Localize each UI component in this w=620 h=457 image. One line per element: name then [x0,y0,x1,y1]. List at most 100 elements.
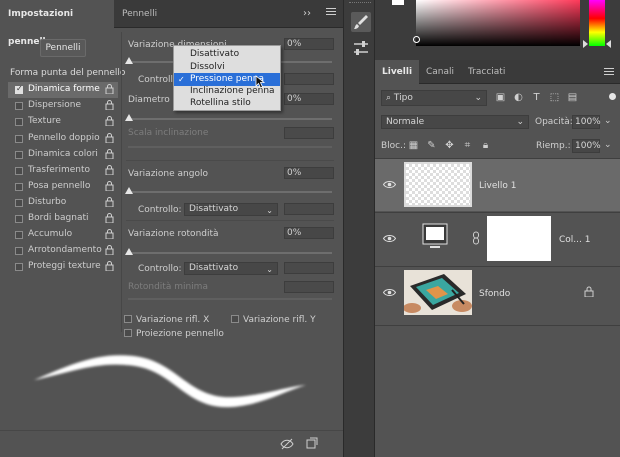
color-marker[interactable] [413,36,420,43]
visibility-eye-icon[interactable] [382,180,397,189]
chevron-down-icon[interactable]: ⌄ [604,116,612,126]
checkbox-rifl-x[interactable]: Variazione rifl. X [124,315,209,325]
opacity-input[interactable]: 100% [572,115,601,129]
background-thumbnail[interactable] [404,270,472,315]
layer-row-livello-1[interactable]: Livello 1 [375,158,620,211]
lock-icon[interactable] [105,261,114,272]
hue-marker-right[interactable] [606,40,611,48]
lock-transparent-pixels-icon[interactable]: ▦ [408,140,419,151]
option-dinamica-forme[interactable]: Dinamica forme [8,82,118,98]
scala-inclinazione-slider[interactable] [128,146,332,148]
panel-menu-icon[interactable] [326,8,336,18]
lock-artboard-icon[interactable]: ⌗ [462,140,473,151]
variazione-rotondita-value[interactable]: 0% [284,227,334,239]
controllo-aux-field[interactable] [284,73,334,85]
sliders-icon[interactable] [351,38,371,58]
variazione-angolo-slider[interactable] [128,191,332,193]
option-posa-pennello[interactable]: Posa pennello [8,179,118,195]
lock-icon[interactable] [105,100,114,111]
rotondita-minima-value[interactable] [284,281,334,293]
controllo-aux-field[interactable] [284,262,334,274]
checkbox[interactable] [15,199,23,207]
lock-icon[interactable] [105,229,114,240]
checkbox[interactable] [15,247,23,255]
diametro-minimo-slider[interactable] [128,118,332,120]
layer-name[interactable]: Col... 1 [559,235,590,245]
new-brush-icon[interactable] [306,437,318,449]
checkbox[interactable] [15,167,23,175]
checkbox[interactable] [15,215,23,223]
filter-smart-object-icon[interactable]: ▤ [567,92,578,103]
visibility-eye-icon[interactable] [382,288,397,297]
layer-filter-select[interactable]: ⌕ Tipo ⌄ [381,90,487,106]
option-disturbo[interactable]: Disturbo [8,195,118,211]
option-dispersione[interactable]: Dispersione [8,98,118,114]
checkbox[interactable] [15,263,23,271]
hue-slider[interactable] [589,0,605,46]
controllo-rotondita-select[interactable]: Disattivato ⌄ [184,262,278,275]
checkbox[interactable] [15,84,23,94]
color-saturation-field[interactable] [416,0,580,46]
option-accumulo[interactable]: Accumulo [8,227,118,243]
option-texture[interactable]: Texture [8,114,118,130]
option-trasferimento[interactable]: Trasferimento [8,163,118,179]
scala-inclinazione-value[interactable] [284,127,334,139]
visibility-eye-icon[interactable] [382,234,397,243]
checkbox[interactable] [15,135,23,143]
hue-marker-left[interactable] [583,40,588,48]
tab-livelli[interactable]: Livelli [375,60,419,84]
blend-mode-select[interactable]: Normale ⌄ [381,115,529,129]
toggle-brush-preview-icon[interactable] [280,438,294,450]
panel-menu-icon[interactable] [604,68,614,78]
filter-toggle[interactable] [609,93,616,100]
lock-all-icon[interactable]: 🔒︎ [480,140,491,151]
slider-thumb[interactable] [125,187,133,194]
lock-icon[interactable] [105,116,114,127]
brush-settings-icon[interactable] [351,12,371,32]
layer-name[interactable]: Sfondo [479,289,510,299]
checkbox[interactable] [15,151,23,159]
checkbox[interactable] [15,118,23,126]
foreground-color-swatch[interactable] [392,0,404,5]
checkbox[interactable] [15,231,23,239]
diametro-minimo-value[interactable]: 0% [284,93,334,105]
collapse-panel-icon[interactable]: ›› [303,8,311,19]
chevron-down-icon[interactable]: ⌄ [604,140,612,150]
lock-position-icon[interactable]: ✥ [444,140,455,151]
grip-handle[interactable] [349,2,371,5]
option-arrotondamento[interactable]: Arrotondamento [8,243,118,259]
lock-icon[interactable] [105,165,114,176]
option-proteggi-texture[interactable]: Proteggi texture [8,259,118,275]
checkbox-rifl-y[interactable]: Variazione rifl. Y [231,315,316,325]
tab-pennelli[interactable]: Pennelli [114,0,174,28]
checkbox-proiezione-pennello[interactable]: Proiezione pennello [124,329,224,339]
layer-row-sfondo[interactable]: Sfondo [375,266,620,319]
slider-thumb[interactable] [125,57,133,64]
lock-icon[interactable] [105,197,114,208]
variazione-angolo-value[interactable]: 0% [284,167,334,179]
variazione-dimensioni-value[interactable]: 0% [284,38,334,50]
option-bordi-bagnati[interactable]: Bordi bagnati [8,211,118,227]
layer-row-colore-1[interactable]: Col... 1 [375,212,620,265]
pennelli-button[interactable]: Pennelli [40,39,86,57]
fill-layer-icon[interactable] [422,223,448,249]
checkbox[interactable] [15,102,23,110]
lock-icon[interactable] [105,213,114,224]
lock-icon[interactable] [105,133,114,144]
checkbox[interactable] [15,183,23,191]
layer-name[interactable]: Livello 1 [479,181,516,191]
rotondita-minima-slider[interactable] [128,298,332,300]
layer-thumbnail[interactable] [404,162,472,207]
lock-icon[interactable] [105,245,114,256]
tab-tracciati[interactable]: Tracciati [461,60,515,84]
forma-punta-title[interactable]: Forma punta del pennello [10,68,125,78]
fill-input[interactable]: 100% [572,139,601,153]
tab-impostazioni-pennello[interactable]: Impostazioni pennello [0,0,114,47]
tab-canali[interactable]: Canali [419,60,461,84]
dropdown-item-disattivato[interactable]: Disattivato [174,48,280,61]
lock-icon[interactable] [105,84,114,95]
controllo-aux-field[interactable] [284,203,334,215]
lock-icon[interactable] [105,181,114,192]
filter-adjustment-icon[interactable]: ◐ [513,92,524,103]
lock-icon[interactable] [584,286,594,298]
